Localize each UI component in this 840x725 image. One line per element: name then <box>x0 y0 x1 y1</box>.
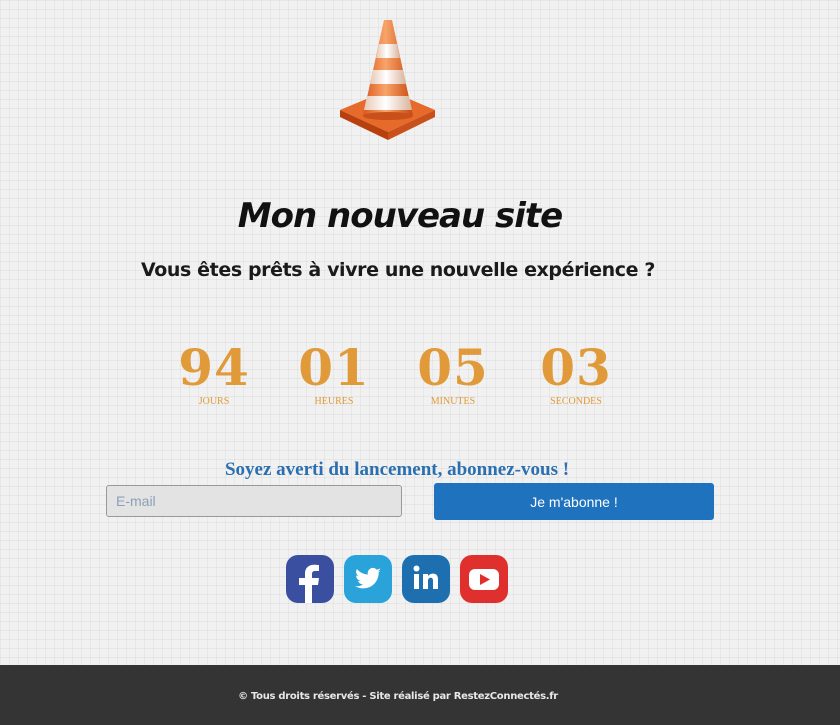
countdown-minutes-value: 05 <box>417 338 489 397</box>
traffic-cone-icon <box>340 20 435 140</box>
facebook-icon <box>286 555 334 603</box>
countdown-days: 94 JOURS <box>164 338 264 407</box>
countdown-seconds-value: 03 <box>540 338 612 397</box>
youtube-icon <box>460 555 508 603</box>
page-title: Mon nouveau site <box>237 196 563 236</box>
twitter-link[interactable] <box>344 555 392 603</box>
countdown-minutes: 05 MINUTES <box>403 338 503 407</box>
countdown-days-value: 94 <box>178 338 250 397</box>
facebook-link[interactable] <box>286 555 334 603</box>
page-subtitle: Vous êtes prêts à vivre une nouvelle exp… <box>141 259 655 281</box>
newsletter-heading: Soyez averti du lancement, abonnez-vous … <box>224 459 570 480</box>
footer: © Tous droits réservés - Site réalisé pa… <box>0 665 840 725</box>
subscribe-button[interactable]: Je m'abonne ! <box>434 483 714 520</box>
footer-copyright: © Tous droits réservés - Site réalisé pa… <box>238 691 558 702</box>
email-field[interactable] <box>106 485 402 517</box>
countdown-hours: 01 HEURES <box>284 338 384 407</box>
linkedin-icon <box>402 555 450 603</box>
youtube-link[interactable] <box>460 555 508 603</box>
twitter-icon <box>344 555 392 603</box>
countdown-seconds: 03 SECONDES <box>526 338 626 407</box>
linkedin-link[interactable] <box>402 555 450 603</box>
countdown-hours-value: 01 <box>298 338 370 397</box>
countdown: 94 JOURS 01 HEURES 05 MINUTES 03 SECONDE… <box>0 338 840 418</box>
